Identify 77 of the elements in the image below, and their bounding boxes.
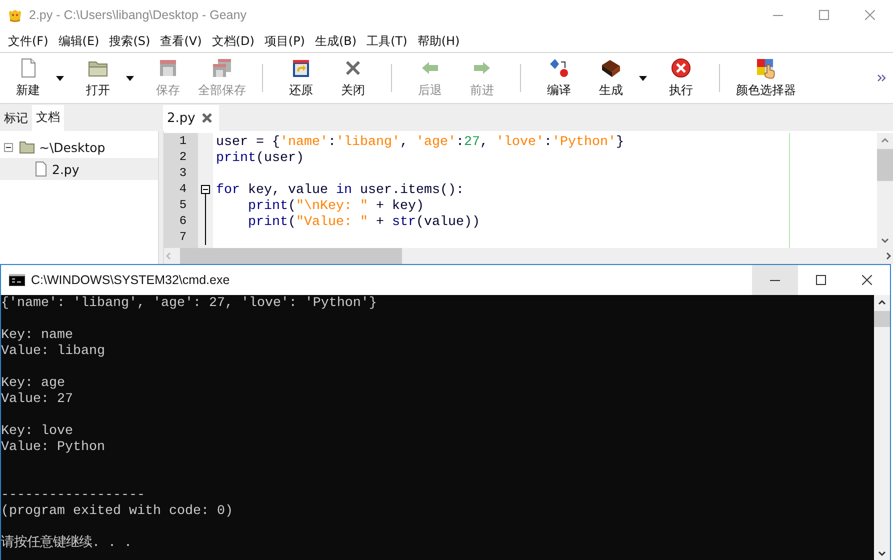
overflow-icon[interactable]	[877, 74, 887, 82]
toolbar-button[interactable]: 打开	[72, 57, 124, 99]
file-icon	[34, 161, 48, 177]
folder-icon	[19, 140, 35, 154]
close-icon[interactable]	[201, 112, 214, 124]
floppies-icon	[211, 57, 233, 79]
console-icon	[9, 274, 25, 286]
tab-label: 2.py	[167, 110, 196, 126]
line-number: 1	[178, 133, 188, 149]
undo-document-icon	[290, 57, 312, 79]
sidebar-tab[interactable]: 文档	[32, 105, 64, 131]
console-line: Value: 27	[1, 392, 74, 408]
tree-item[interactable]: 2.py	[0, 158, 158, 180]
menu-item[interactable]: 工具(T)	[362, 32, 412, 50]
menu-item[interactable]: 帮助(H)	[412, 32, 465, 50]
horizontal-scrollbar[interactable]	[164, 248, 893, 264]
diamond-icon	[548, 57, 570, 79]
menu-item[interactable]: 搜索(S)	[104, 32, 156, 50]
console-line: Value: Python	[1, 440, 106, 456]
toolbar-button[interactable]: 还原	[275, 57, 327, 99]
line-number: 5	[178, 197, 188, 213]
tree-label: 2.py	[52, 162, 80, 176]
close-icon	[865, 10, 875, 20]
toolbar-button[interactable]: 新建	[2, 57, 54, 99]
console-line: ------------------	[1, 488, 146, 504]
app-icon	[7, 7, 23, 23]
console-line: Key: love	[1, 424, 74, 440]
close-icon	[862, 275, 872, 285]
window-title: C:\WINDOWS\SYSTEM32\cmd.exe	[31, 273, 230, 287]
toolbar-button[interactable]: 编译	[533, 57, 585, 99]
tree-item[interactable]: ~\Desktop	[0, 136, 158, 158]
menu-item[interactable]: 文件(F)	[3, 32, 54, 50]
vertical-scrollbar[interactable]	[877, 133, 893, 248]
line-number: 7	[178, 229, 188, 245]
menu-item[interactable]: 生成(B)	[310, 32, 362, 50]
code-line: for key, value in user.items():	[216, 183, 464, 199]
brick-icon	[600, 57, 622, 79]
toolbar-button[interactable]: 关闭	[327, 57, 379, 99]
code-line: print("\nKey: " + key)	[247, 199, 424, 215]
fold-collapse-icon[interactable]	[201, 185, 210, 194]
file-tab[interactable]: 2.py	[163, 105, 220, 131]
console-line: (program exited with code: 0)	[1, 504, 234, 520]
vertical-scrollbar[interactable]	[874, 295, 890, 560]
console-line: Key: name	[1, 328, 74, 344]
toolbar-button[interactable]: 生成	[585, 57, 637, 99]
menu-item[interactable]: 文档(D)	[206, 32, 260, 50]
maximize-icon	[816, 275, 826, 285]
floppy-icon	[157, 57, 179, 79]
window-title: 2.py - C:\Users\libang\Desktop - Geany	[29, 8, 246, 22]
toolbar-button[interactable]: 执行	[655, 57, 707, 99]
code-line: print("Value: " + str(value))	[247, 215, 480, 231]
sidebar-tab[interactable]: 标记	[0, 106, 32, 131]
code-line: user = {'name':'libang', 'age':27, 'love':'Python'}	[216, 135, 624, 151]
palette-hand-icon	[755, 57, 777, 79]
line-number: 2	[178, 149, 188, 165]
caret-icon[interactable]	[639, 76, 647, 80]
menu-item[interactable]: 项目(P)	[259, 32, 310, 50]
stop-icon	[670, 57, 692, 79]
console-line: {'name': 'libang', 'age': 27, 'love': 'Python'}	[1, 296, 378, 312]
scrollbar-thumb[interactable]	[874, 311, 890, 327]
scrollbar-thumb[interactable]	[877, 149, 893, 181]
line-number: 3	[178, 165, 188, 181]
code-line: print(user)	[216, 151, 304, 167]
caret-icon[interactable]	[56, 76, 64, 80]
maximize-icon	[819, 10, 829, 20]
toolbar-button[interactable]: 颜色选择器	[732, 57, 800, 99]
menu-item[interactable]: 查看(V)	[155, 32, 207, 50]
tree-label: ~\Desktop	[39, 140, 106, 154]
console-line: Key: age	[1, 376, 66, 392]
console-line: Value: libang	[1, 344, 106, 360]
line-number: 6	[178, 213, 188, 229]
caret-icon[interactable]	[126, 76, 134, 80]
console-line: 请按任意键继续. . .	[1, 536, 133, 552]
menu-item[interactable]: 编辑(E)	[53, 32, 104, 50]
collapse-icon[interactable]	[4, 142, 13, 152]
scrollbar-thumb[interactable]	[180, 248, 402, 264]
line-number: 4	[178, 181, 188, 197]
